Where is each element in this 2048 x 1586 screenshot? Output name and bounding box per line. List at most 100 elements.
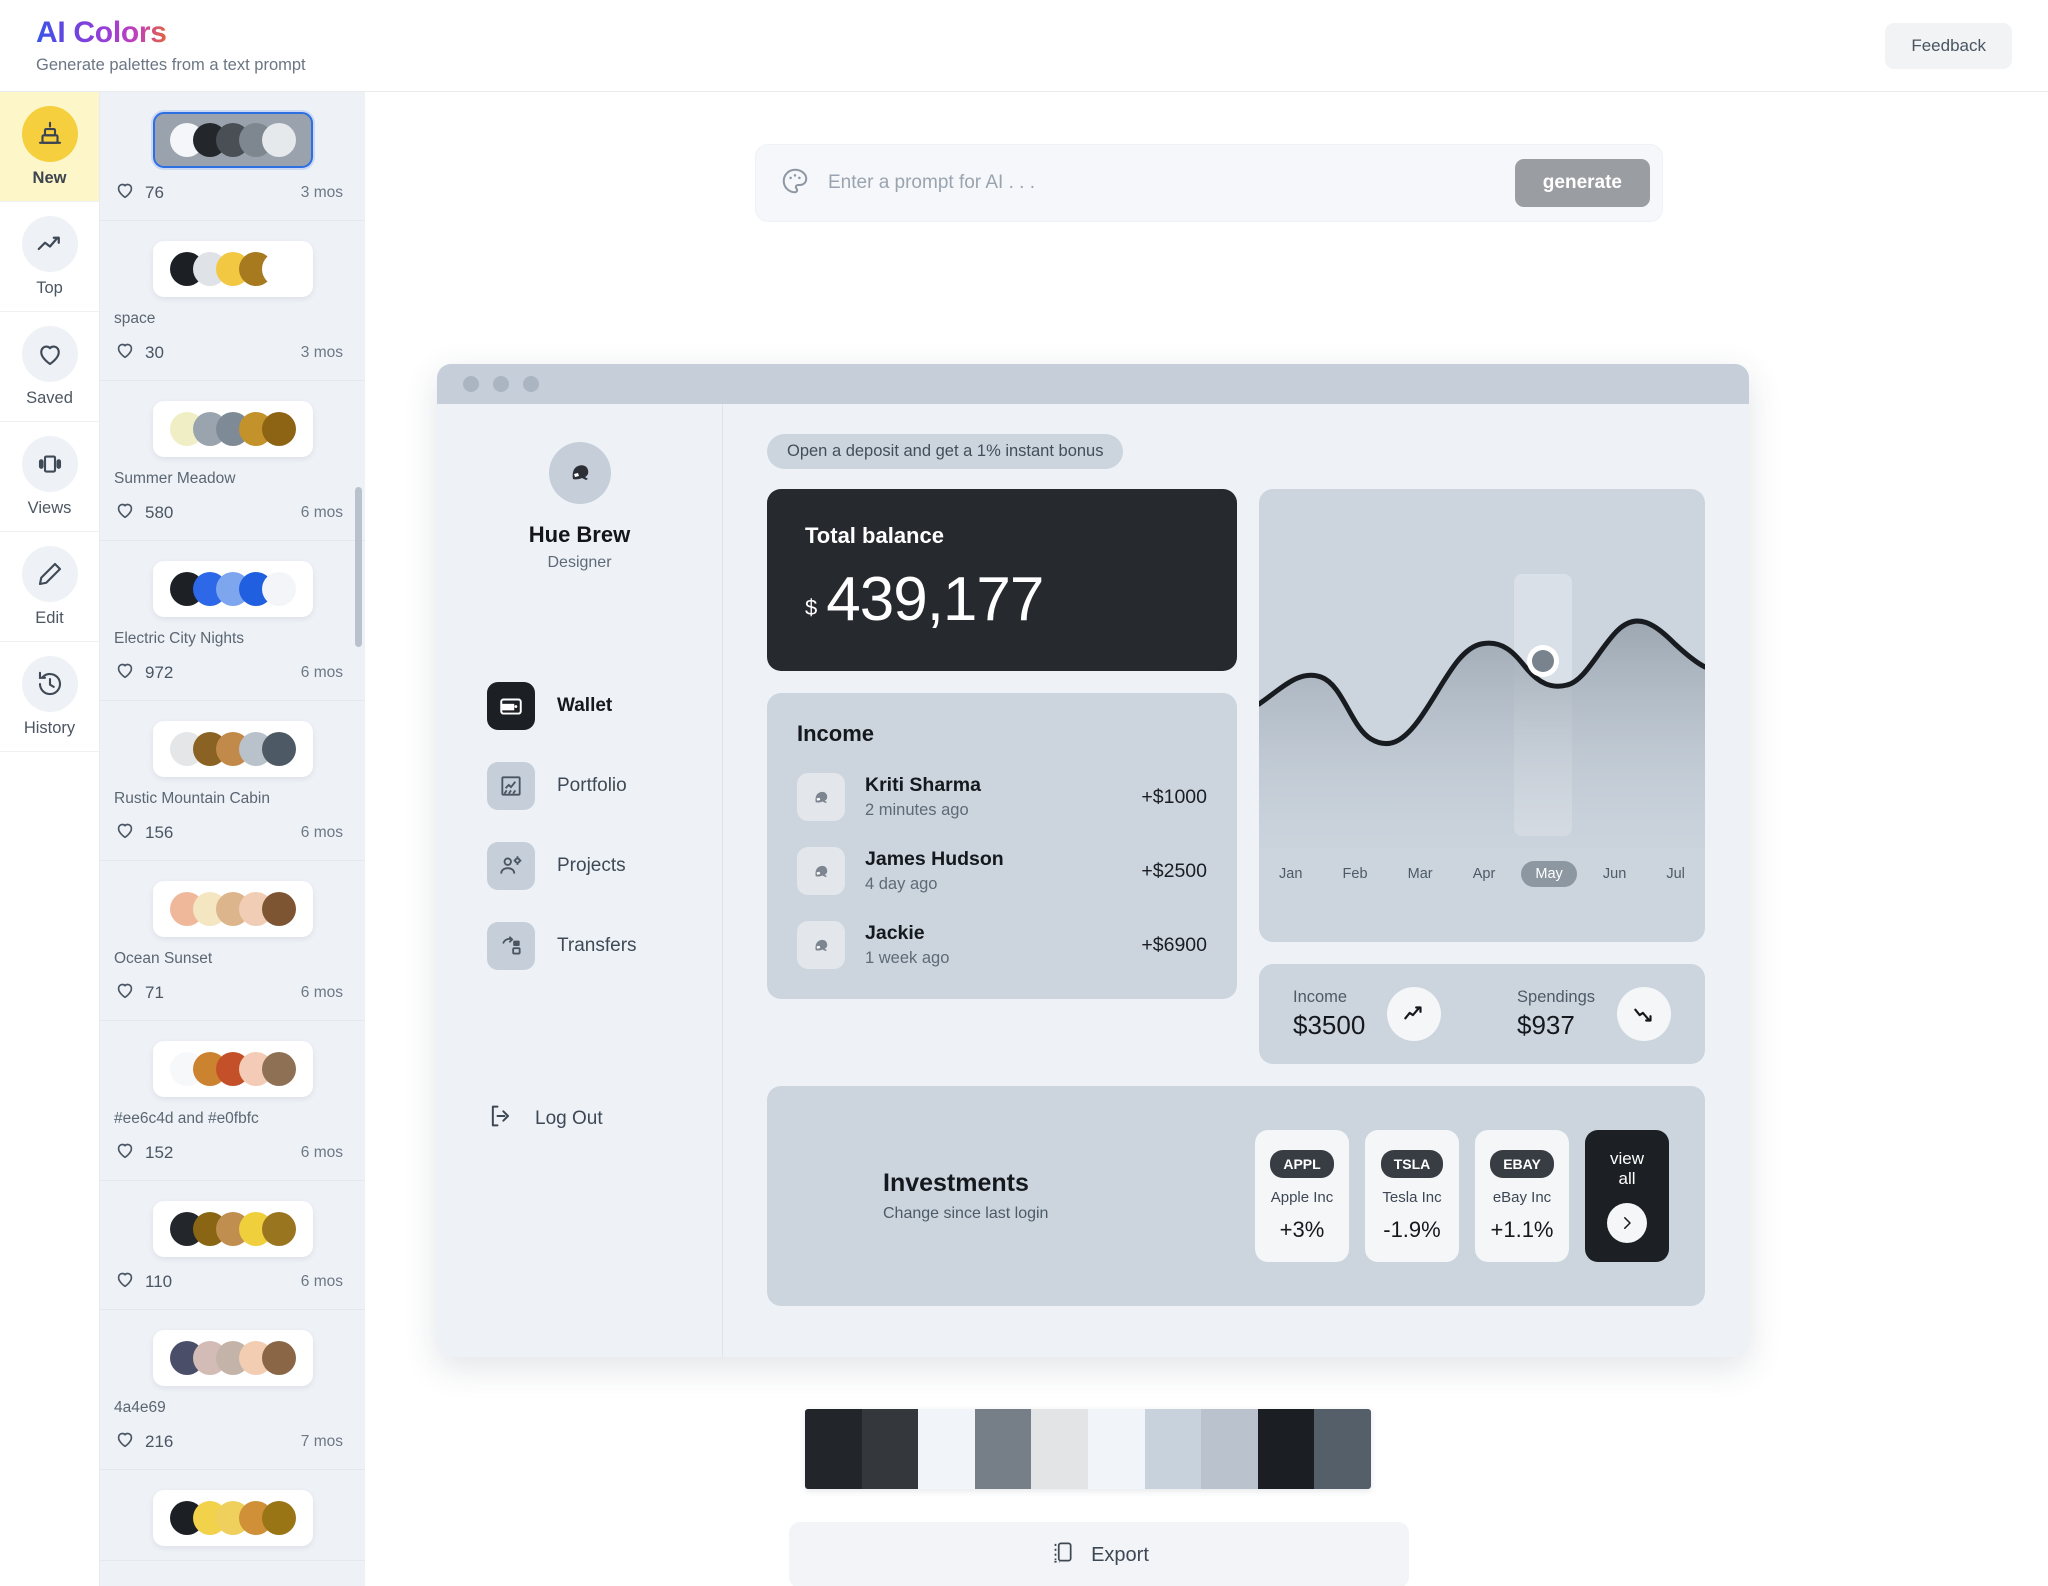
palette-card[interactable] — [100, 1470, 365, 1561]
palette-likes[interactable]: 972 — [114, 659, 173, 686]
user-avatar — [548, 442, 611, 504]
palette-swatch-preview[interactable] — [152, 1330, 313, 1386]
chart-tick-apr[interactable]: Apr — [1459, 861, 1510, 887]
feedback-button[interactable]: Feedback — [1885, 22, 2012, 69]
generated-palette-strip[interactable] — [805, 1409, 1371, 1489]
prompt-input[interactable] — [828, 172, 1515, 194]
strip-swatch[interactable] — [1257, 1409, 1315, 1489]
generate-button[interactable]: generate — [1514, 159, 1650, 207]
palette-likes[interactable]: 156 — [114, 819, 173, 846]
export-icon — [1049, 1539, 1075, 1571]
income-row-time: 4 day ago — [865, 875, 938, 893]
strip-swatch[interactable] — [1031, 1409, 1088, 1489]
palette-dots — [169, 892, 296, 926]
investment-card[interactable]: EBAY eBay Inc +1.1% — [1475, 1130, 1569, 1262]
income-row[interactable]: Kriti Sharma 2 minutes ago +$1000 — [797, 773, 1207, 821]
strip-swatch[interactable] — [918, 1409, 975, 1489]
palette-list[interactable]: 76 3 mos space 30 3 mos Summer Meadow 580 6 mos… — [100, 92, 365, 1586]
investment-card[interactable]: APPL Apple Inc +3% — [1255, 1130, 1349, 1262]
palette-card[interactable]: Rustic Mountain Cabin 156 6 mos — [100, 701, 365, 861]
palette-swatch-preview[interactable] — [152, 241, 313, 297]
palette-swatch-preview[interactable] — [152, 721, 313, 777]
strip-swatch[interactable] — [1144, 1409, 1202, 1489]
rail-item-saved[interactable]: Saved — [0, 312, 99, 422]
prompt-bar[interactable]: generate — [755, 144, 1663, 222]
palette-swatch-preview[interactable] — [152, 1201, 313, 1257]
palette-card[interactable]: Electric City Nights 972 6 mos — [100, 541, 365, 701]
palette-card[interactable]: #ee6c4d and #e0fbfc 152 6 mos — [100, 1021, 365, 1181]
rail-item-views[interactable]: Views — [0, 422, 99, 532]
heart-small-icon — [114, 659, 136, 686]
palette-likes[interactable]: 76 — [114, 179, 164, 206]
chart-tick-jan[interactable]: Jan — [1265, 861, 1316, 887]
palette-icon — [780, 166, 810, 201]
chart-tick-jul[interactable]: Jul — [1652, 861, 1699, 887]
deposit-banner[interactable]: Open a deposit and get a 1% instant bonu… — [767, 434, 1124, 469]
strip-swatch[interactable] — [974, 1409, 1032, 1489]
palette-swatch-preview[interactable] — [152, 1041, 313, 1097]
palette-likes[interactable]: 216 — [114, 1428, 173, 1455]
income-row[interactable]: James Hudson 4 day ago +$2500 — [797, 847, 1207, 895]
palette-card[interactable]: Summer Meadow 580 6 mos — [100, 381, 365, 541]
chart-x-axis: Jan Feb Mar Apr May Jun Jul — [1259, 861, 1705, 887]
mock-nav-transfers[interactable]: Transfers — [487, 922, 722, 970]
investment-change: +1.1% — [1490, 1216, 1554, 1242]
strip-swatch[interactable] — [1087, 1409, 1145, 1489]
window-titlebar — [437, 364, 1749, 404]
palette-card[interactable]: 76 3 mos — [100, 92, 365, 221]
mock-user-name: Hue Brew — [528, 522, 631, 547]
strip-swatch[interactable] — [805, 1409, 862, 1489]
balance-chart[interactable]: Jan Feb Mar Apr May Jun Jul — [1259, 489, 1705, 942]
mock-nav-wallet[interactable]: Wallet — [487, 682, 722, 730]
app-title: AI Colors — [36, 16, 167, 49]
palette-likes[interactable]: 30 — [114, 339, 164, 366]
palette-card[interactable]: 110 6 mos — [100, 1181, 365, 1310]
palette-likes[interactable]: 152 — [114, 1139, 173, 1166]
income-title: Income — [797, 721, 875, 746]
investment-company: Apple Inc — [1270, 1188, 1334, 1206]
heart-small-icon — [114, 979, 136, 1006]
stat-text: Income $3500 — [1293, 988, 1365, 1041]
palette-likes[interactable]: 580 — [114, 499, 173, 526]
income-row-name: James Hudson — [865, 848, 1004, 870]
stat-value: $937 — [1517, 1009, 1575, 1040]
palette-card[interactable]: 4a4e69 216 7 mos — [100, 1310, 365, 1470]
palette-card[interactable]: space 30 3 mos — [100, 221, 365, 381]
palette-like-count: 71 — [145, 982, 164, 1002]
rail-item-top[interactable]: Top — [0, 202, 99, 312]
logout-button[interactable]: Log Out — [437, 1102, 722, 1135]
mock-nav-portfolio[interactable]: Portfolio — [487, 762, 722, 810]
strip-swatch[interactable] — [1314, 1409, 1371, 1489]
rail-item-new[interactable]: New — [0, 92, 99, 202]
palette-swatch-preview[interactable] — [152, 112, 313, 168]
palette-card[interactable]: Ocean Sunset 71 6 mos — [100, 861, 365, 1021]
heart-small-icon — [114, 1139, 136, 1166]
palette-swatch-preview[interactable] — [152, 561, 313, 617]
chart-tick-may[interactable]: May — [1521, 861, 1577, 887]
view-all-button[interactable]: view all — [1585, 1130, 1669, 1262]
export-button[interactable]: Export — [789, 1522, 1409, 1586]
palette-likes[interactable]: 71 — [114, 979, 164, 1006]
palette-age: 7 mos — [300, 1432, 343, 1450]
mock-nav-list: Wallet Portfolio Projects Transfers — [437, 682, 722, 1002]
palette-swatch-preview[interactable] — [152, 401, 313, 457]
rail-item-edit[interactable]: Edit — [0, 532, 99, 642]
palette-swatch-preview[interactable] — [152, 881, 313, 937]
mock-nav-projects[interactable]: Projects — [487, 842, 722, 890]
investment-card[interactable]: TSLA Tesla Inc -1.9% — [1365, 1130, 1459, 1262]
palette-swatch-preview[interactable] — [152, 1490, 313, 1546]
chart-tick-mar[interactable]: Mar — [1394, 861, 1447, 887]
palette-list-scrollbar[interactable] — [355, 487, 362, 647]
palette-age: 6 mos — [300, 503, 343, 521]
chart-tick-jun[interactable]: Jun — [1589, 861, 1640, 887]
palette-meta: 76 3 mos — [100, 179, 365, 206]
palette-likes[interactable]: 110 — [114, 1268, 172, 1295]
chart-tick-feb[interactable]: Feb — [1329, 861, 1382, 887]
brand-block: AI Colors Generate palettes from a text … — [36, 16, 306, 75]
palette-name: 4a4e69 — [114, 1399, 166, 1416]
income-row[interactable]: Jackie 1 week ago +$6900 — [797, 921, 1207, 969]
rail-item-history[interactable]: History — [0, 642, 99, 752]
strip-swatch[interactable] — [1201, 1409, 1258, 1489]
balance-title: Total balance — [805, 523, 944, 548]
strip-swatch[interactable] — [861, 1409, 919, 1489]
